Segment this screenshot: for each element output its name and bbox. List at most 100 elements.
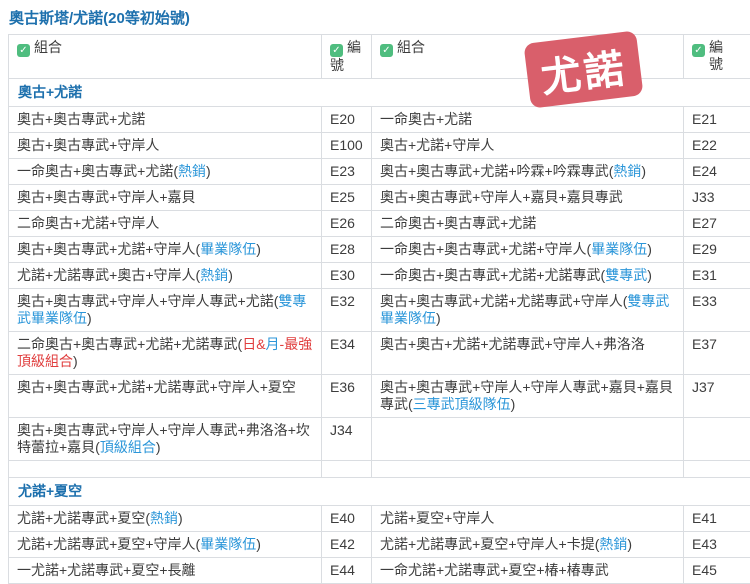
code-cell: E32: [322, 289, 372, 332]
table-row: 二命奧古+尤諾+守岸人 E26二命奧古+奧古專武+尤諾E27: [9, 211, 750, 237]
combo-cell: 一命尤諾+尤諾專武+夏空+椿+椿專武: [372, 558, 684, 584]
combo-text: 二命奧古+奧古專武+尤諾+尤諾專武(: [17, 336, 242, 352]
combo-tag-text: 熱銷: [150, 510, 178, 526]
combo-text: 一尤諾+尤諾專武+夏空+長離: [17, 562, 196, 578]
combo-cell: [9, 461, 322, 478]
combo-text: ): [641, 163, 646, 179]
combo-text: 尤諾+尤諾專武+夏空+守岸人+卡提(: [380, 536, 599, 552]
combo-text: 一命奧古+奧古專武+尤諾+守岸人(: [380, 241, 591, 257]
combo-text: ): [73, 353, 78, 369]
check-icon: [692, 44, 705, 57]
code-cell: E26: [322, 211, 372, 237]
table-row: 奧古+奧古專武+尤諾E20一命奧古+尤諾E21: [9, 107, 750, 133]
combo-tag-text: 畢業隊伍: [591, 241, 647, 257]
combo-tag-text: 畢業隊伍: [200, 536, 256, 552]
code-cell: [684, 418, 750, 461]
combo-text: 一命奧古+尤諾: [380, 111, 472, 127]
combo-text: ): [256, 241, 261, 257]
column-header-code: 編號: [684, 35, 750, 79]
yuno-stamp: 尤諾: [523, 30, 643, 108]
code-cell: [322, 461, 372, 478]
code-cell: E28: [322, 237, 372, 263]
code-cell: E25: [322, 185, 372, 211]
table-row: 尤諾+尤諾專武+夏空+守岸人(畢業隊伍)E42 尤諾+尤諾專武+夏空+守岸人+卡提…: [9, 532, 750, 558]
table-row: 奧古+奧古專武+尤諾+尤諾專武+守岸人+夏空E36奧古+奧古專武+守岸人+守岸人…: [9, 375, 750, 418]
combo-cell: 奧古+奧古專武+守岸人+嘉貝: [9, 185, 322, 211]
combo-text: 奧古+奧古專武+尤諾+吟霖+吟霖專武(: [380, 163, 613, 179]
column-header-label: 編號: [709, 39, 725, 73]
combo-text: 尤諾+尤諾專武+夏空+守岸人(: [17, 536, 200, 552]
combo-cell: 二命奧古+奧古專武+尤諾: [372, 211, 684, 237]
code-cell: E42: [322, 532, 372, 558]
column-header-combo: 組合: [9, 35, 322, 79]
table-row: 尤諾+尤諾專武+夏空(熱銷)E40尤諾+夏空+守岸人E41: [9, 506, 750, 532]
code-cell: E43: [684, 532, 750, 558]
check-icon: [380, 44, 393, 57]
combo-cell: 一命奧古+奧古專武+尤諾(熱銷): [9, 159, 322, 185]
table-row: 一尤諾+尤諾專武+夏空+長離E44一命尤諾+尤諾專武+夏空+椿+椿專武E45: [9, 558, 750, 584]
combo-text: 尤諾+尤諾專武+奧古+守岸人(: [17, 267, 200, 283]
column-header-label: 組合: [397, 39, 425, 55]
column-header-code: 編號: [322, 35, 372, 79]
combo-text: 一命尤諾+尤諾專武+夏空+椿+椿專武: [380, 562, 609, 578]
check-icon: [330, 44, 343, 57]
combo-cell: 尤諾+尤諾專武+夏空+守岸人(畢業隊伍): [9, 532, 322, 558]
table-row: 尤諾+尤諾專武+奧古+守岸人(熱銷)E30一命奧古+奧古專武+尤諾+尤諾專武(雙…: [9, 263, 750, 289]
combo-cell: 一命奧古+尤諾: [372, 107, 684, 133]
combo-text: 二命奧古+尤諾+守岸人: [17, 215, 159, 231]
code-cell: E22: [684, 133, 750, 159]
code-cell: E41: [684, 506, 750, 532]
combo-cell: 奧古+奧古專武+守岸人: [9, 133, 322, 159]
page-title: 奧古斯塔/尤諾(20等初始號): [9, 7, 750, 28]
combo-tag-text: 頂級組合: [100, 439, 156, 455]
combo-tag-text: 熱銷: [200, 267, 228, 283]
combo-text: 一命奧古+奧古專武+尤諾+尤諾專武(: [380, 267, 605, 283]
combo-text: 奧古+奧古專武+守岸人+嘉貝: [17, 189, 196, 205]
code-cell: E24: [684, 159, 750, 185]
combos-table: 組合編號組合編號 奧古+尤諾奧古+奧古專武+尤諾E20一命奧古+尤諾E21奧古+…: [8, 34, 750, 584]
check-icon: [17, 44, 30, 57]
combo-text: 奧古+奧古專武+尤諾+尤諾專武+守岸人(: [380, 293, 627, 309]
combo-cell: 二命奧古+奧古專武+尤諾+尤諾專武(日&月-最強頂級組合): [9, 332, 322, 375]
table-row: 奧古+奧古專武+尤諾+守岸人(畢業隊伍)E28 一命奧古+奧古專武+尤諾+守岸人(…: [9, 237, 750, 263]
combo-cell: 奧古+尤諾+守岸人: [372, 133, 684, 159]
combo-cell: [372, 418, 684, 461]
combo-text: 一命奧古+奧古專武+尤諾(: [17, 163, 178, 179]
combo-text: 尤諾+夏空+守岸人: [380, 510, 494, 526]
code-cell: E44: [322, 558, 372, 584]
combo-text: ): [436, 310, 441, 326]
combo-tag-text: 月: [266, 336, 280, 352]
code-cell: E33: [684, 289, 750, 332]
code-cell: J37: [684, 375, 750, 418]
combo-cell: 二命奧古+尤諾+守岸人: [9, 211, 322, 237]
combo-text: ): [228, 267, 233, 283]
code-cell: E36: [322, 375, 372, 418]
code-cell: E21: [684, 107, 750, 133]
table-row: 一命奧古+奧古專武+尤諾(熱銷)E23奧古+奧古專武+尤諾+吟霖+吟霖專武(熱銷…: [9, 159, 750, 185]
combo-cell: 一命奧古+奧古專武+尤諾+尤諾專武(雙專武): [372, 263, 684, 289]
table-row: 奧古+奧古專武+守岸人E100 奧古+尤諾+守岸人 E22: [9, 133, 750, 159]
section-title: 尤諾+夏空: [9, 478, 750, 506]
combo-cell: 尤諾+尤諾專武+奧古+守岸人(熱銷): [9, 263, 322, 289]
combo-cell: [372, 461, 684, 478]
combo-tag-text: 畢業隊伍: [200, 241, 256, 257]
code-cell: E34: [322, 332, 372, 375]
combo-text: 奧古+奧古專武+守岸人+嘉貝+嘉貝專武: [380, 189, 623, 205]
combo-text: ): [647, 241, 652, 257]
code-cell: E100: [322, 133, 372, 159]
combo-cell: 尤諾+尤諾專武+夏空(熱銷): [9, 506, 322, 532]
combo-tag-text: 三專武頂級隊伍: [413, 396, 511, 412]
combo-text: ): [87, 310, 92, 326]
combo-text: 奧古+尤諾+守岸人: [380, 137, 494, 153]
combo-tag-text: 日&: [242, 336, 265, 352]
section-header-row: 尤諾+夏空: [9, 478, 750, 506]
column-header-label: 組合: [34, 39, 62, 55]
combo-cell: 奧古+奧古專武+尤諾: [9, 107, 322, 133]
combo-cell: 奧古+奧古專武+守岸人+嘉貝+嘉貝專武: [372, 185, 684, 211]
combo-cell: 一尤諾+尤諾專武+夏空+長離: [9, 558, 322, 584]
combo-text: 奧古+奧古+尤諾+尤諾專武+守岸人+弗洛洛: [380, 336, 645, 352]
combo-text: 奧古+奧古專武+守岸人+守岸人專武+尤諾(: [17, 293, 278, 309]
code-cell: E27: [684, 211, 750, 237]
combo-cell: 奧古+奧古專武+尤諾+守岸人(畢業隊伍): [9, 237, 322, 263]
table-row: 奧古+奧古專武+守岸人+守岸人專武+弗洛洛+坎特蕾拉+嘉貝(頂級組合)J34: [9, 418, 750, 461]
